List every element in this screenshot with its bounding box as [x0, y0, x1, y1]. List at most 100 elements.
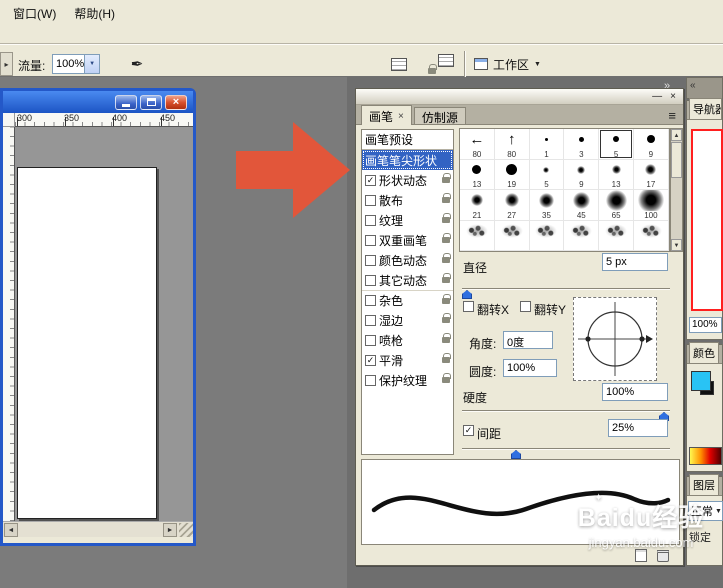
flip-x-checkbox[interactable]	[463, 301, 474, 312]
brush-preset-cell[interactable]: 17	[633, 159, 669, 190]
brush-preset-cell[interactable]: 65	[599, 190, 634, 221]
brush-option-row[interactable]: 杂色	[362, 290, 453, 310]
brush-preset-cell[interactable]: 1	[529, 129, 565, 160]
brush-preset-cell[interactable]: 5	[529, 159, 565, 190]
workspace-dropdown[interactable]: 工作区 ▼	[470, 54, 545, 74]
foreground-color-swatch[interactable]	[691, 371, 711, 391]
brush-preset-cell[interactable]	[633, 220, 669, 251]
toggle-brushes-palette-button[interactable]	[424, 52, 458, 76]
brush-option-row[interactable]: 双重画笔	[362, 230, 453, 250]
brush-preset-cell[interactable]: 3	[564, 129, 600, 160]
brush-preset-cell[interactable]: 5	[599, 129, 634, 160]
checkbox[interactable]	[365, 234, 376, 246]
blend-mode-dropdown[interactable]: 正常 ▼	[688, 501, 723, 521]
brush-option-row[interactable]: ✓ 形状动态	[362, 170, 453, 190]
delete-brush-button[interactable]	[657, 550, 669, 562]
flip-y-checkbox[interactable]	[520, 301, 531, 312]
navigator-zoom-value[interactable]: 100%	[689, 317, 722, 333]
brush-preset-cell[interactable]: 13	[460, 159, 495, 190]
brush-tip-angle-preview[interactable]	[573, 297, 657, 381]
checkbox[interactable]	[365, 334, 376, 346]
brush-presets-item[interactable]: 画笔预设	[362, 130, 453, 150]
panel-close-icon[interactable]: ×	[670, 91, 676, 102]
flow-dropdown-icon[interactable]: ▼	[84, 55, 99, 73]
brush-preset-cell[interactable]	[460, 220, 495, 251]
spacing-slider[interactable]	[462, 445, 670, 459]
brush-preset-cell[interactable]	[564, 220, 600, 251]
brush-option-row[interactable]: 喷枪	[362, 330, 453, 350]
slider-thumb[interactable]	[511, 450, 521, 459]
brush-grid-scrollbar[interactable]: ▲ ▼	[670, 128, 683, 252]
menu-item-help[interactable]: 帮助(H)	[65, 2, 124, 25]
brush-preset-cell[interactable]: 9	[633, 129, 669, 160]
scroll-thumb[interactable]	[671, 142, 682, 178]
brush-option-row[interactable]: 其它动态	[362, 270, 453, 290]
brush-tip-shape-item[interactable]: 画笔笔尖形状	[362, 150, 453, 170]
brush-preset-cell[interactable]: ← 80	[460, 129, 495, 160]
brush-preset-cell[interactable]: 21	[460, 190, 495, 221]
spacing-input[interactable]: 25%	[608, 419, 668, 437]
brush-preset-cell[interactable]: 9	[564, 159, 600, 190]
brush-preset-cell[interactable]: 45	[564, 190, 600, 221]
brush-option-row[interactable]: 散布	[362, 190, 453, 210]
brush-preset-cell[interactable]	[529, 220, 565, 251]
brush-option-row[interactable]: 湿边	[362, 310, 453, 330]
brush-preset-cell[interactable]	[599, 220, 634, 251]
brush-preset-cell[interactable]: 13	[599, 159, 634, 190]
tab-navigator[interactable]: 导航器	[689, 98, 722, 119]
toggle-panel-button[interactable]	[386, 52, 412, 76]
tab-color[interactable]: 颜色	[689, 342, 719, 363]
color-spectrum-bar[interactable]	[689, 447, 722, 465]
document-titlebar[interactable]: ×	[3, 91, 193, 113]
navigator-preview[interactable]	[691, 129, 723, 311]
brush-preset-cell[interactable]: 19	[494, 159, 530, 190]
checkbox[interactable]	[365, 194, 376, 206]
spacing-checkbox[interactable]: ✓	[463, 425, 474, 436]
tab-layers[interactable]: 图层	[689, 474, 719, 495]
canvas[interactable]	[17, 167, 157, 519]
panel-menu-icon[interactable]: ≡	[668, 108, 676, 123]
checkbox[interactable]	[365, 295, 376, 306]
new-brush-button[interactable]	[635, 549, 647, 562]
horizontal-scrollbar[interactable]: ◄ ►	[3, 521, 193, 537]
flow-combobox[interactable]: 100% ▼	[52, 54, 100, 74]
brush-option-row[interactable]: ✓ 平滑	[362, 350, 453, 370]
menu-item-window[interactable]: 窗口(W)	[4, 2, 65, 25]
brush-preset-cell[interactable]: ↑ 80	[494, 129, 530, 160]
checkbox[interactable]	[365, 274, 376, 286]
brush-preset-cell[interactable]: 27	[494, 190, 530, 221]
scroll-down-icon[interactable]: ▼	[671, 239, 682, 251]
tab-close-icon[interactable]: ×	[398, 111, 404, 122]
brush-option-row[interactable]: 颜色动态	[362, 250, 453, 270]
checkbox[interactable]	[365, 254, 376, 266]
close-button[interactable]: ×	[165, 94, 187, 110]
brush-preset-cell[interactable]	[494, 220, 530, 251]
scroll-up-icon[interactable]: ▲	[671, 129, 682, 141]
brush-preset-cell[interactable]: 100	[633, 190, 669, 221]
angle-input[interactable]: 0度	[503, 331, 553, 349]
dock-collapse-left-icon[interactable]: «	[690, 80, 696, 91]
brush-option-row[interactable]: 保护纹理	[362, 370, 453, 390]
brush-preset-picker-edge[interactable]: ▸	[0, 52, 13, 76]
tab-clone-source[interactable]: 仿制源	[413, 107, 466, 125]
minimize-button[interactable]	[115, 94, 137, 110]
panel-titlebar[interactable]: — ×	[356, 89, 683, 105]
tab-brushes[interactable]: 画笔 ×	[361, 105, 412, 125]
scroll-right-button[interactable]: ►	[163, 523, 177, 537]
restore-button[interactable]	[140, 94, 162, 110]
scroll-left-button[interactable]: ◄	[4, 523, 18, 537]
brush-option-row[interactable]: 纹理	[362, 210, 453, 230]
resize-grip[interactable]	[179, 523, 193, 537]
checkbox[interactable]: ✓	[365, 354, 376, 366]
hardness-input[interactable]: 100%	[602, 383, 668, 401]
roundness-input[interactable]: 100%	[503, 359, 557, 377]
airbrush-toggle-button[interactable]: ✒	[124, 52, 150, 76]
checkbox[interactable]	[365, 314, 376, 326]
panel-minimize-icon[interactable]: —	[652, 91, 662, 102]
brush-preset-cell[interactable]: 35	[529, 190, 565, 221]
checkbox[interactable]: ✓	[365, 174, 376, 186]
checkbox[interactable]	[365, 374, 376, 386]
checkbox[interactable]	[365, 214, 376, 226]
slider-thumb[interactable]	[462, 290, 472, 299]
diameter-input[interactable]: 5 px	[602, 253, 668, 271]
